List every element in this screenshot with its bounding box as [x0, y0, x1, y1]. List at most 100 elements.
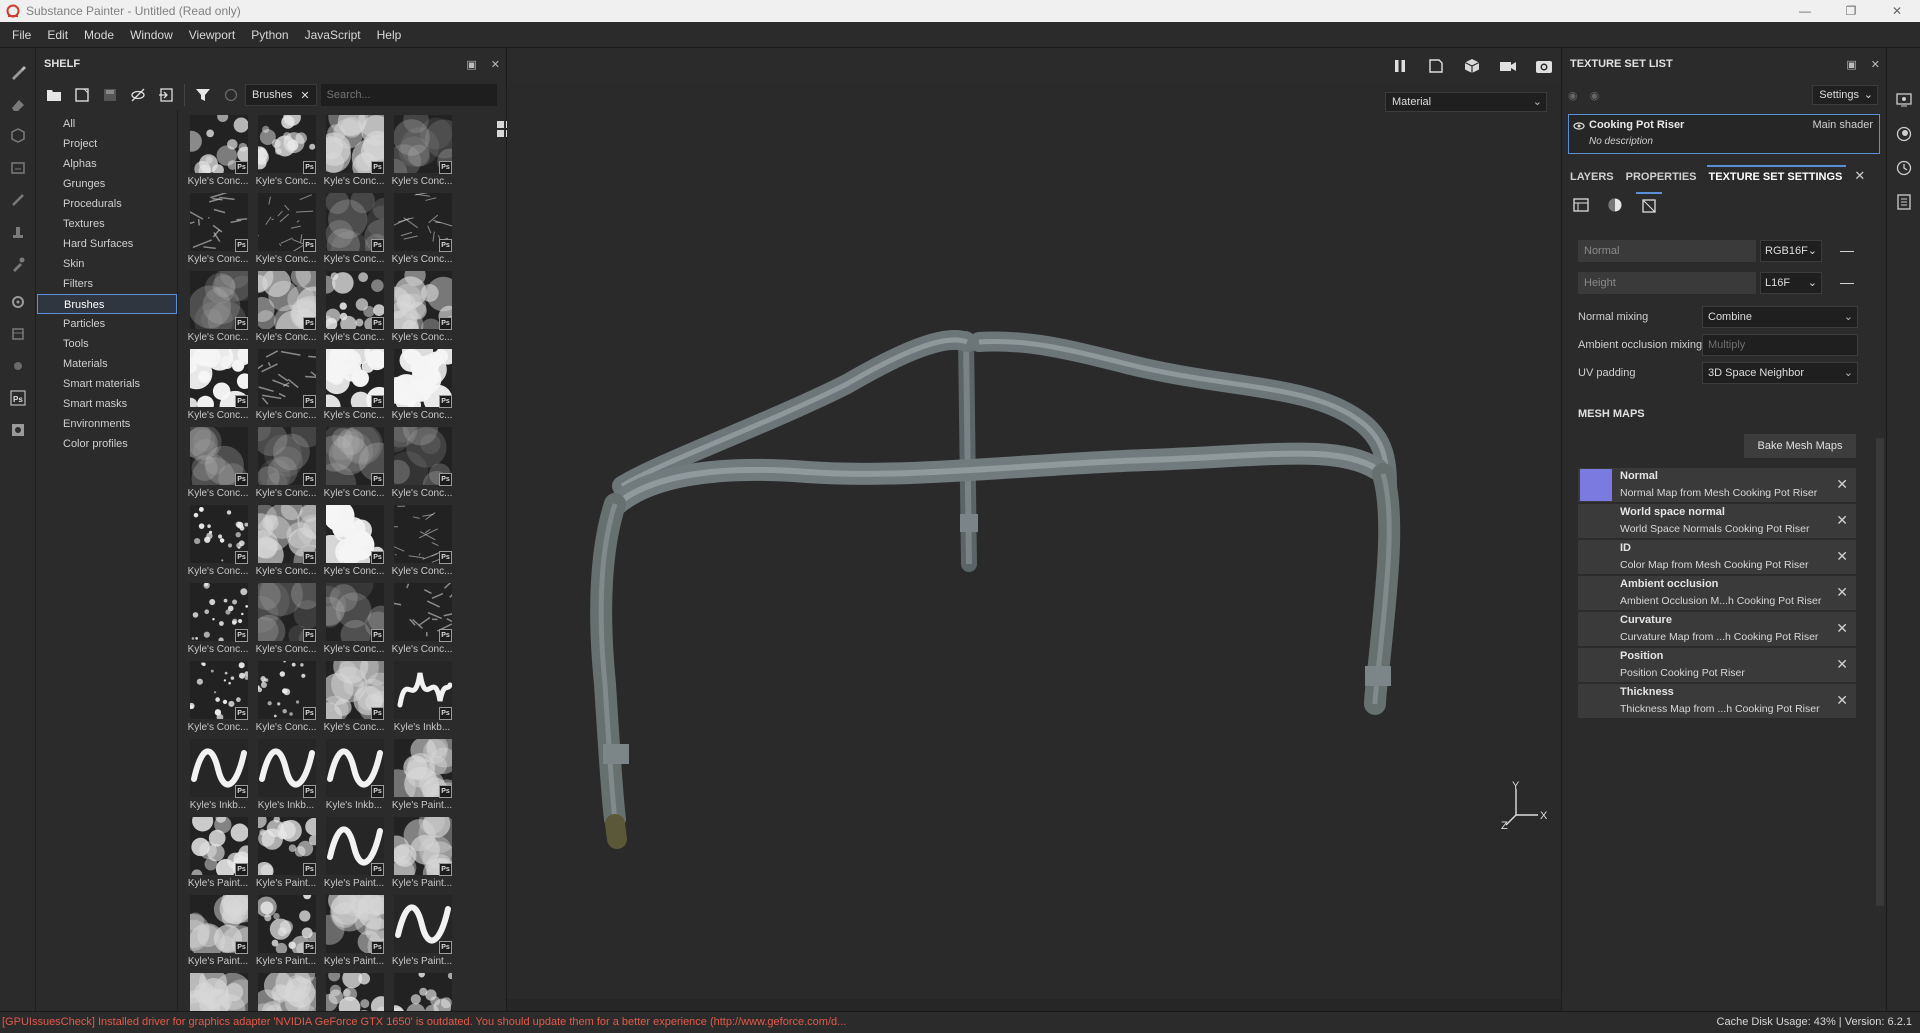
brush-thumbnail[interactable]: Ps Kyle's Paint...: [320, 816, 388, 894]
bake-icon[interactable]: [0, 318, 36, 350]
brush-thumbnail[interactable]: Ps Kyle's Inkb...: [184, 738, 252, 816]
brush-thumbnail[interactable]: Ps Kyle's Conc...: [388, 192, 456, 270]
brush-thumbnail[interactable]: Ps Kyle's Paint...: [379, 730, 464, 816]
settings-gear-icon[interactable]: [0, 286, 36, 318]
uv-view-icon[interactable]: [1423, 53, 1449, 79]
brush-thumbnail[interactable]: Ps Kyle's Conc...: [313, 647, 398, 738]
category-smart-materials[interactable]: Smart materials: [37, 374, 177, 394]
brush-thumbnail[interactable]: Ps Kyle's Conc...: [315, 114, 396, 192]
remove-channel-icon[interactable]: —: [1840, 240, 1854, 262]
brush-thumbnail[interactable]: Ps Kyle's Conc...: [380, 504, 456, 582]
hide-icon[interactable]: [124, 81, 152, 109]
remove-mesh-map-icon[interactable]: ✕: [1836, 656, 1848, 673]
category-grunges[interactable]: Grunges: [37, 174, 177, 194]
brush-thumbnail[interactable]: Ps Kyle's Conc...: [184, 660, 252, 738]
close-tab-icon[interactable]: ✕: [1854, 168, 1865, 188]
brush-thumbnail[interactable]: Ps Kyle's Conc...: [315, 498, 388, 582]
projection-icon[interactable]: [0, 120, 36, 152]
display-settings-icon[interactable]: [1887, 84, 1920, 116]
import-icon[interactable]: [152, 81, 180, 109]
menu-mode[interactable]: Mode: [76, 22, 122, 48]
maximize-icon[interactable]: ❐: [1828, 0, 1874, 22]
brush-thumbnail[interactable]: Ps Kyle's Conc...: [184, 333, 255, 426]
remove-mesh-map-icon[interactable]: ✕: [1836, 476, 1848, 493]
share-icon[interactable]: [0, 414, 36, 446]
brush-thumbnail[interactable]: Ps Kyle's Conc...: [388, 579, 459, 660]
menu-python[interactable]: Python: [243, 22, 296, 48]
tab-layers[interactable]: LAYERS: [1568, 171, 1618, 188]
pause-icon[interactable]: [1387, 53, 1413, 79]
shader-sphere-icon[interactable]: [1602, 192, 1628, 218]
menu-window[interactable]: Window: [122, 22, 181, 48]
brush-thumbnail[interactable]: Ps: [386, 971, 456, 1011]
category-materials[interactable]: Materials: [37, 354, 177, 374]
channel-format-select[interactable]: L16F ⌄: [1760, 272, 1822, 294]
tab-texture-set-settings[interactable]: TEXTURE SET SETTINGS: [1706, 165, 1847, 188]
brush-thumbnail[interactable]: Ps Kyle's Paint...: [184, 810, 256, 894]
brush-thumbnail[interactable]: Ps Kyle's Inkb...: [388, 660, 456, 738]
brush-thumbnail[interactable]: Ps Kyle's Conc...: [246, 413, 325, 504]
viewport[interactable]: Y X Z Material ⌄: [507, 48, 1561, 1011]
brush-thumbnail[interactable]: Ps Kyle's Paint...: [383, 808, 460, 894]
brush-thumbnail[interactable]: Ps Kyle's Conc...: [184, 504, 252, 582]
menu-help[interactable]: Help: [369, 22, 410, 48]
remove-channel-icon[interactable]: —: [1840, 272, 1854, 294]
screenshot-icon[interactable]: [1531, 53, 1557, 79]
mesh-maps-icon[interactable]: [1636, 192, 1662, 218]
texture-set-shader[interactable]: Main shader: [1812, 119, 1873, 131]
mesh-map-card[interactable]: Position Position Cooking Pot Riser ✕: [1578, 648, 1856, 682]
folder-icon[interactable]: [40, 81, 68, 109]
mesh-map-card[interactable]: Normal Normal Map from Mesh Cooking Pot R…: [1578, 468, 1856, 502]
remove-mesh-map-icon[interactable]: ✕: [1836, 692, 1848, 709]
menu-edit[interactable]: Edit: [39, 22, 76, 48]
brush-thumbnail[interactable]: Ps Kyle's Conc...: [378, 264, 463, 348]
history-icon[interactable]: [1887, 152, 1920, 184]
minimize-icon[interactable]: —: [1782, 0, 1828, 22]
mesh-map-card[interactable]: Thickness Thickness Map from ...h Cooking…: [1578, 684, 1856, 718]
menu-javascript[interactable]: JavaScript: [297, 22, 369, 48]
category-project[interactable]: Project: [37, 134, 177, 154]
brush-thumbnail[interactable]: Ps Kyle's Conc...: [317, 270, 388, 348]
status-message[interactable]: [GPUIssuesCheck] Installed driver for gr…: [2, 1012, 1682, 1033]
brush-thumbnail[interactable]: Ps: [184, 966, 263, 1011]
filter-reset-icon[interactable]: [217, 81, 245, 109]
brush-thumbnail[interactable]: Ps Kyle's Conc...: [320, 188, 400, 270]
brush-thumbnail[interactable]: Ps Kyle's Conc...: [242, 254, 333, 348]
clone-stamp-icon[interactable]: [0, 216, 36, 248]
brush-thumbnail[interactable]: Ps Kyle's Paint...: [252, 891, 320, 972]
tab-properties[interactable]: PROPERTIES: [1624, 171, 1701, 188]
brush-thumbnail[interactable]: Ps Kyle's Conc...: [250, 114, 320, 192]
brush-thumbnail[interactable]: Ps Kyle's Conc...: [381, 114, 464, 192]
category-tools[interactable]: Tools: [37, 334, 177, 354]
eraser-icon[interactable]: [0, 88, 36, 120]
brush-thumbnail[interactable]: Ps Kyle's Paint...: [184, 884, 264, 972]
mesh-map-card[interactable]: World space normal World Space Normals Co…: [1578, 504, 1856, 538]
category-skin[interactable]: Skin: [37, 254, 177, 274]
brush-thumbnail[interactable]: Ps Kyle's Conc...: [184, 191, 252, 270]
category-all[interactable]: All: [37, 114, 177, 134]
brush-thumbnail[interactable]: Ps Kyle's Paint...: [251, 812, 323, 894]
show-all-icon[interactable]: ◉: [1590, 89, 1600, 102]
category-filters[interactable]: Filters: [37, 274, 177, 294]
close-icon[interactable]: ✕: [1874, 0, 1920, 22]
category-brushes[interactable]: Brushes: [37, 294, 177, 314]
paint-brush-icon[interactable]: [0, 56, 36, 88]
brush-thumbnail[interactable]: Ps Kyle's Conc...: [184, 257, 256, 348]
remove-mesh-map-icon[interactable]: ✕: [1836, 548, 1848, 565]
category-environments[interactable]: Environments: [37, 414, 177, 434]
brush-thumbnail[interactable]: Ps Kyle's Conc...: [305, 565, 395, 660]
brush-thumbnail[interactable]: Ps Kyle's Conc...: [383, 335, 459, 426]
remove-mesh-map-icon[interactable]: ✕: [1836, 584, 1848, 601]
brush-thumbnail[interactable]: Ps Kyle's Inkb...: [252, 738, 320, 816]
brush-thumbnail[interactable]: Ps Kyle's Paint...: [314, 877, 400, 972]
menu-viewport[interactable]: Viewport: [181, 22, 243, 48]
brush-thumbnail[interactable]: Ps Kyle's Conc...: [184, 582, 252, 660]
camera-icon[interactable]: [1495, 53, 1521, 79]
channel-format-select[interactable]: RGB16F ⌄: [1760, 240, 1822, 262]
filter-icon[interactable]: [189, 81, 217, 109]
remove-mesh-map-icon[interactable]: ✕: [1836, 512, 1848, 529]
right-panel-scrollbar[interactable]: [1876, 438, 1884, 906]
brush-thumbnail[interactable]: Ps Kyle's Inkb...: [320, 738, 388, 816]
brush-thumbnail[interactable]: Ps Kyle's Conc...: [316, 338, 395, 426]
brush-thumbnail[interactable]: Ps Kyle's Conc...: [241, 572, 323, 660]
